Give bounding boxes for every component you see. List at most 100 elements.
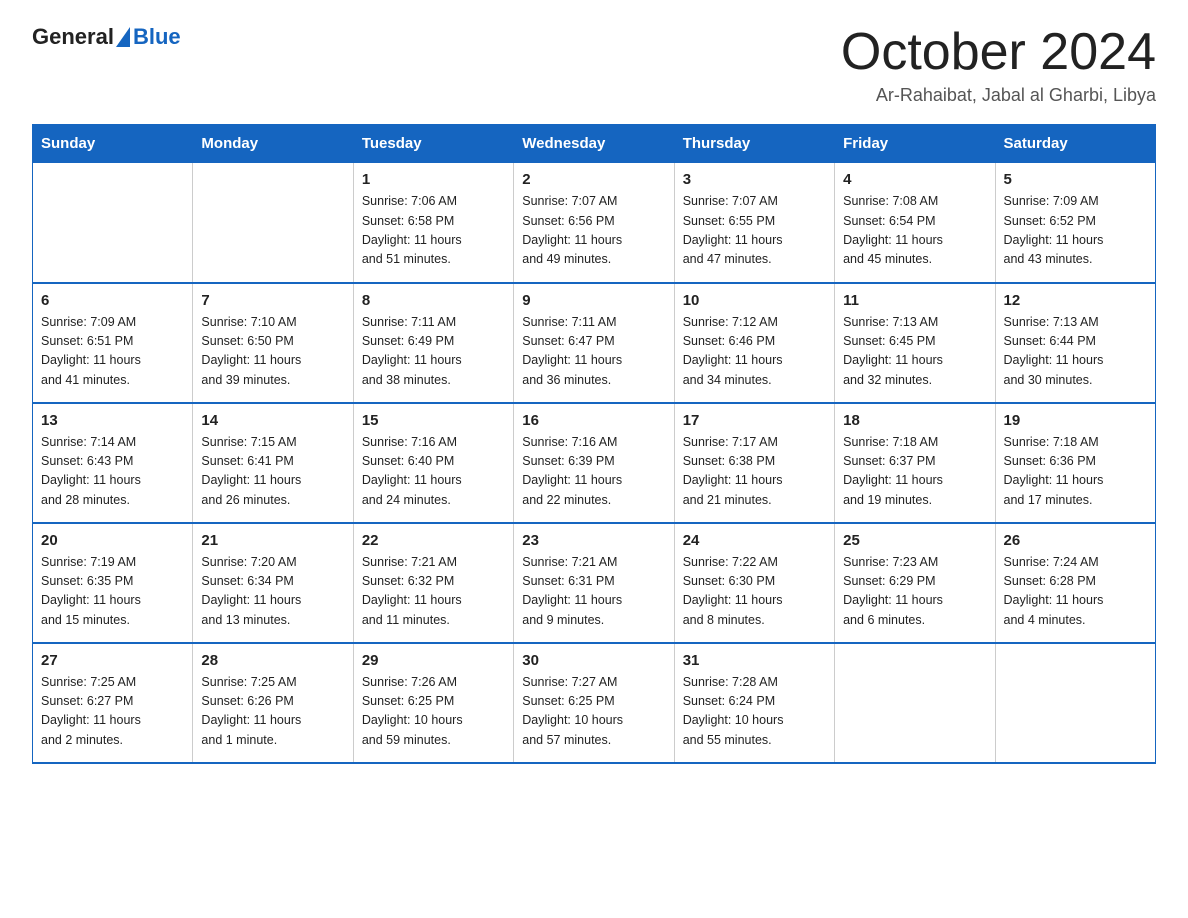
day-info: Sunrise: 7:19 AM Sunset: 6:35 PM Dayligh… <box>41 553 184 631</box>
day-number: 23 <box>522 532 665 549</box>
calendar-cell: 24 Sunrise: 7:22 AM Sunset: 6:30 PM Dayli… <box>674 523 834 643</box>
day-info: Sunrise: 7:25 AM Sunset: 6:27 PM Dayligh… <box>41 673 184 751</box>
calendar-cell: 12 Sunrise: 7:13 AM Sunset: 6:44 PM Dayli… <box>995 283 1155 403</box>
day-number: 15 <box>362 412 505 429</box>
calendar-cell: 22 Sunrise: 7:21 AM Sunset: 6:32 PM Dayli… <box>353 523 513 643</box>
day-info: Sunrise: 7:15 AM Sunset: 6:41 PM Dayligh… <box>201 433 344 511</box>
day-info: Sunrise: 7:06 AM Sunset: 6:58 PM Dayligh… <box>362 192 505 270</box>
weekday-header-monday: Monday <box>193 125 353 163</box>
weekday-header-wednesday: Wednesday <box>514 125 674 163</box>
calendar-cell: 30 Sunrise: 7:27 AM Sunset: 6:25 PM Dayli… <box>514 643 674 763</box>
calendar-week-row: 6 Sunrise: 7:09 AM Sunset: 6:51 PM Daylig… <box>33 283 1156 403</box>
title-block: October 2024 Ar-Rahaibat, Jabal al Gharb… <box>841 24 1156 106</box>
day-info: Sunrise: 7:11 AM Sunset: 6:49 PM Dayligh… <box>362 313 505 391</box>
day-info: Sunrise: 7:18 AM Sunset: 6:36 PM Dayligh… <box>1004 433 1147 511</box>
calendar-cell: 5Sunrise: 7:09 AM Sunset: 6:52 PM Daylig… <box>995 163 1155 283</box>
day-number: 26 <box>1004 532 1147 549</box>
weekday-header-friday: Friday <box>835 125 995 163</box>
day-number: 6 <box>41 292 184 309</box>
day-info: Sunrise: 7:12 AM Sunset: 6:46 PM Dayligh… <box>683 313 826 391</box>
day-info: Sunrise: 7:08 AM Sunset: 6:54 PM Dayligh… <box>843 192 986 270</box>
calendar-week-row: 20 Sunrise: 7:19 AM Sunset: 6:35 PM Dayli… <box>33 523 1156 643</box>
day-info: Sunrise: 7:11 AM Sunset: 6:47 PM Dayligh… <box>522 313 665 391</box>
day-info: Sunrise: 7:20 AM Sunset: 6:34 PM Dayligh… <box>201 553 344 631</box>
weekday-header-tuesday: Tuesday <box>353 125 513 163</box>
calendar-cell: 4 Sunrise: 7:08 AM Sunset: 6:54 PM Daylig… <box>835 163 995 283</box>
day-number: 29 <box>362 652 505 669</box>
day-number: 20 <box>41 532 184 549</box>
day-info: Sunrise: 7:09 AM Sunset: 6:51 PM Dayligh… <box>41 313 184 391</box>
calendar-cell: 7 Sunrise: 7:10 AM Sunset: 6:50 PM Daylig… <box>193 283 353 403</box>
day-info: Sunrise: 7:24 AM Sunset: 6:28 PM Dayligh… <box>1004 553 1147 631</box>
calendar-week-row: 1 Sunrise: 7:06 AM Sunset: 6:58 PM Daylig… <box>33 163 1156 283</box>
day-number: 17 <box>683 412 826 429</box>
calendar-cell: 13 Sunrise: 7:14 AM Sunset: 6:43 PM Dayli… <box>33 403 193 523</box>
day-info: Sunrise: 7:18 AM Sunset: 6:37 PM Dayligh… <box>843 433 986 511</box>
day-info: Sunrise: 7:26 AM Sunset: 6:25 PM Dayligh… <box>362 673 505 751</box>
day-info: Sunrise: 7:23 AM Sunset: 6:29 PM Dayligh… <box>843 553 986 631</box>
calendar-cell: 23 Sunrise: 7:21 AM Sunset: 6:31 PM Dayli… <box>514 523 674 643</box>
day-number: 7 <box>201 292 344 309</box>
calendar-cell: 10 Sunrise: 7:12 AM Sunset: 6:46 PM Dayli… <box>674 283 834 403</box>
day-info: Sunrise: 7:07 AM Sunset: 6:56 PM Dayligh… <box>522 192 665 270</box>
calendar-cell <box>193 163 353 283</box>
day-number: 11 <box>843 292 986 309</box>
day-number: 10 <box>683 292 826 309</box>
calendar-week-row: 13 Sunrise: 7:14 AM Sunset: 6:43 PM Dayli… <box>33 403 1156 523</box>
day-number: 5 <box>1004 171 1147 188</box>
day-info: Sunrise: 7:07 AM Sunset: 6:55 PM Dayligh… <box>683 192 826 270</box>
calendar-cell: 16 Sunrise: 7:16 AM Sunset: 6:39 PM Dayli… <box>514 403 674 523</box>
day-number: 21 <box>201 532 344 549</box>
day-info: Sunrise: 7:16 AM Sunset: 6:39 PM Dayligh… <box>522 433 665 511</box>
calendar-cell: 29 Sunrise: 7:26 AM Sunset: 6:25 PM Dayli… <box>353 643 513 763</box>
calendar-cell: 8Sunrise: 7:11 AM Sunset: 6:49 PM Daylig… <box>353 283 513 403</box>
day-number: 30 <box>522 652 665 669</box>
calendar-cell: 27 Sunrise: 7:25 AM Sunset: 6:27 PM Dayli… <box>33 643 193 763</box>
calendar-cell: 19 Sunrise: 7:18 AM Sunset: 6:36 PM Dayli… <box>995 403 1155 523</box>
day-number: 27 <box>41 652 184 669</box>
calendar-table: SundayMondayTuesdayWednesdayThursdayFrid… <box>32 124 1156 764</box>
day-number: 12 <box>1004 292 1147 309</box>
day-info: Sunrise: 7:13 AM Sunset: 6:45 PM Dayligh… <box>843 313 986 391</box>
day-number: 22 <box>362 532 505 549</box>
day-info: Sunrise: 7:13 AM Sunset: 6:44 PM Dayligh… <box>1004 313 1147 391</box>
calendar-cell: 31 Sunrise: 7:28 AM Sunset: 6:24 PM Dayli… <box>674 643 834 763</box>
day-info: Sunrise: 7:10 AM Sunset: 6:50 PM Dayligh… <box>201 313 344 391</box>
day-number: 13 <box>41 412 184 429</box>
page-title: October 2024 <box>841 24 1156 81</box>
day-number: 16 <box>522 412 665 429</box>
day-number: 31 <box>683 652 826 669</box>
weekday-header-sunday: Sunday <box>33 125 193 163</box>
day-number: 25 <box>843 532 986 549</box>
calendar-cell: 25 Sunrise: 7:23 AM Sunset: 6:29 PM Dayli… <box>835 523 995 643</box>
calendar-cell: 9 Sunrise: 7:11 AM Sunset: 6:47 PM Daylig… <box>514 283 674 403</box>
day-info: Sunrise: 7:14 AM Sunset: 6:43 PM Dayligh… <box>41 433 184 511</box>
calendar-cell <box>835 643 995 763</box>
day-info: Sunrise: 7:27 AM Sunset: 6:25 PM Dayligh… <box>522 673 665 751</box>
calendar-cell <box>33 163 193 283</box>
day-number: 4 <box>843 171 986 188</box>
calendar-week-row: 27 Sunrise: 7:25 AM Sunset: 6:27 PM Dayli… <box>33 643 1156 763</box>
day-number: 24 <box>683 532 826 549</box>
weekday-header-saturday: Saturday <box>995 125 1155 163</box>
calendar-cell: 20 Sunrise: 7:19 AM Sunset: 6:35 PM Dayli… <box>33 523 193 643</box>
day-number: 9 <box>522 292 665 309</box>
calendar-cell: 17Sunrise: 7:17 AM Sunset: 6:38 PM Dayli… <box>674 403 834 523</box>
day-info: Sunrise: 7:22 AM Sunset: 6:30 PM Dayligh… <box>683 553 826 631</box>
calendar-cell: 3Sunrise: 7:07 AM Sunset: 6:55 PM Daylig… <box>674 163 834 283</box>
logo-triangle-icon <box>116 27 130 47</box>
calendar-cell: 1 Sunrise: 7:06 AM Sunset: 6:58 PM Daylig… <box>353 163 513 283</box>
calendar-cell: 26 Sunrise: 7:24 AM Sunset: 6:28 PM Dayli… <box>995 523 1155 643</box>
day-number: 19 <box>1004 412 1147 429</box>
logo: General Blue <box>32 24 181 50</box>
day-info: Sunrise: 7:16 AM Sunset: 6:40 PM Dayligh… <box>362 433 505 511</box>
calendar-cell: 2 Sunrise: 7:07 AM Sunset: 6:56 PM Daylig… <box>514 163 674 283</box>
day-info: Sunrise: 7:28 AM Sunset: 6:24 PM Dayligh… <box>683 673 826 751</box>
calendar-cell: 21 Sunrise: 7:20 AM Sunset: 6:34 PM Dayli… <box>193 523 353 643</box>
day-number: 1 <box>362 171 505 188</box>
day-number: 2 <box>522 171 665 188</box>
weekday-header-thursday: Thursday <box>674 125 834 163</box>
day-info: Sunrise: 7:21 AM Sunset: 6:32 PM Dayligh… <box>362 553 505 631</box>
day-info: Sunrise: 7:21 AM Sunset: 6:31 PM Dayligh… <box>522 553 665 631</box>
calendar-cell: 11 Sunrise: 7:13 AM Sunset: 6:45 PM Dayli… <box>835 283 995 403</box>
